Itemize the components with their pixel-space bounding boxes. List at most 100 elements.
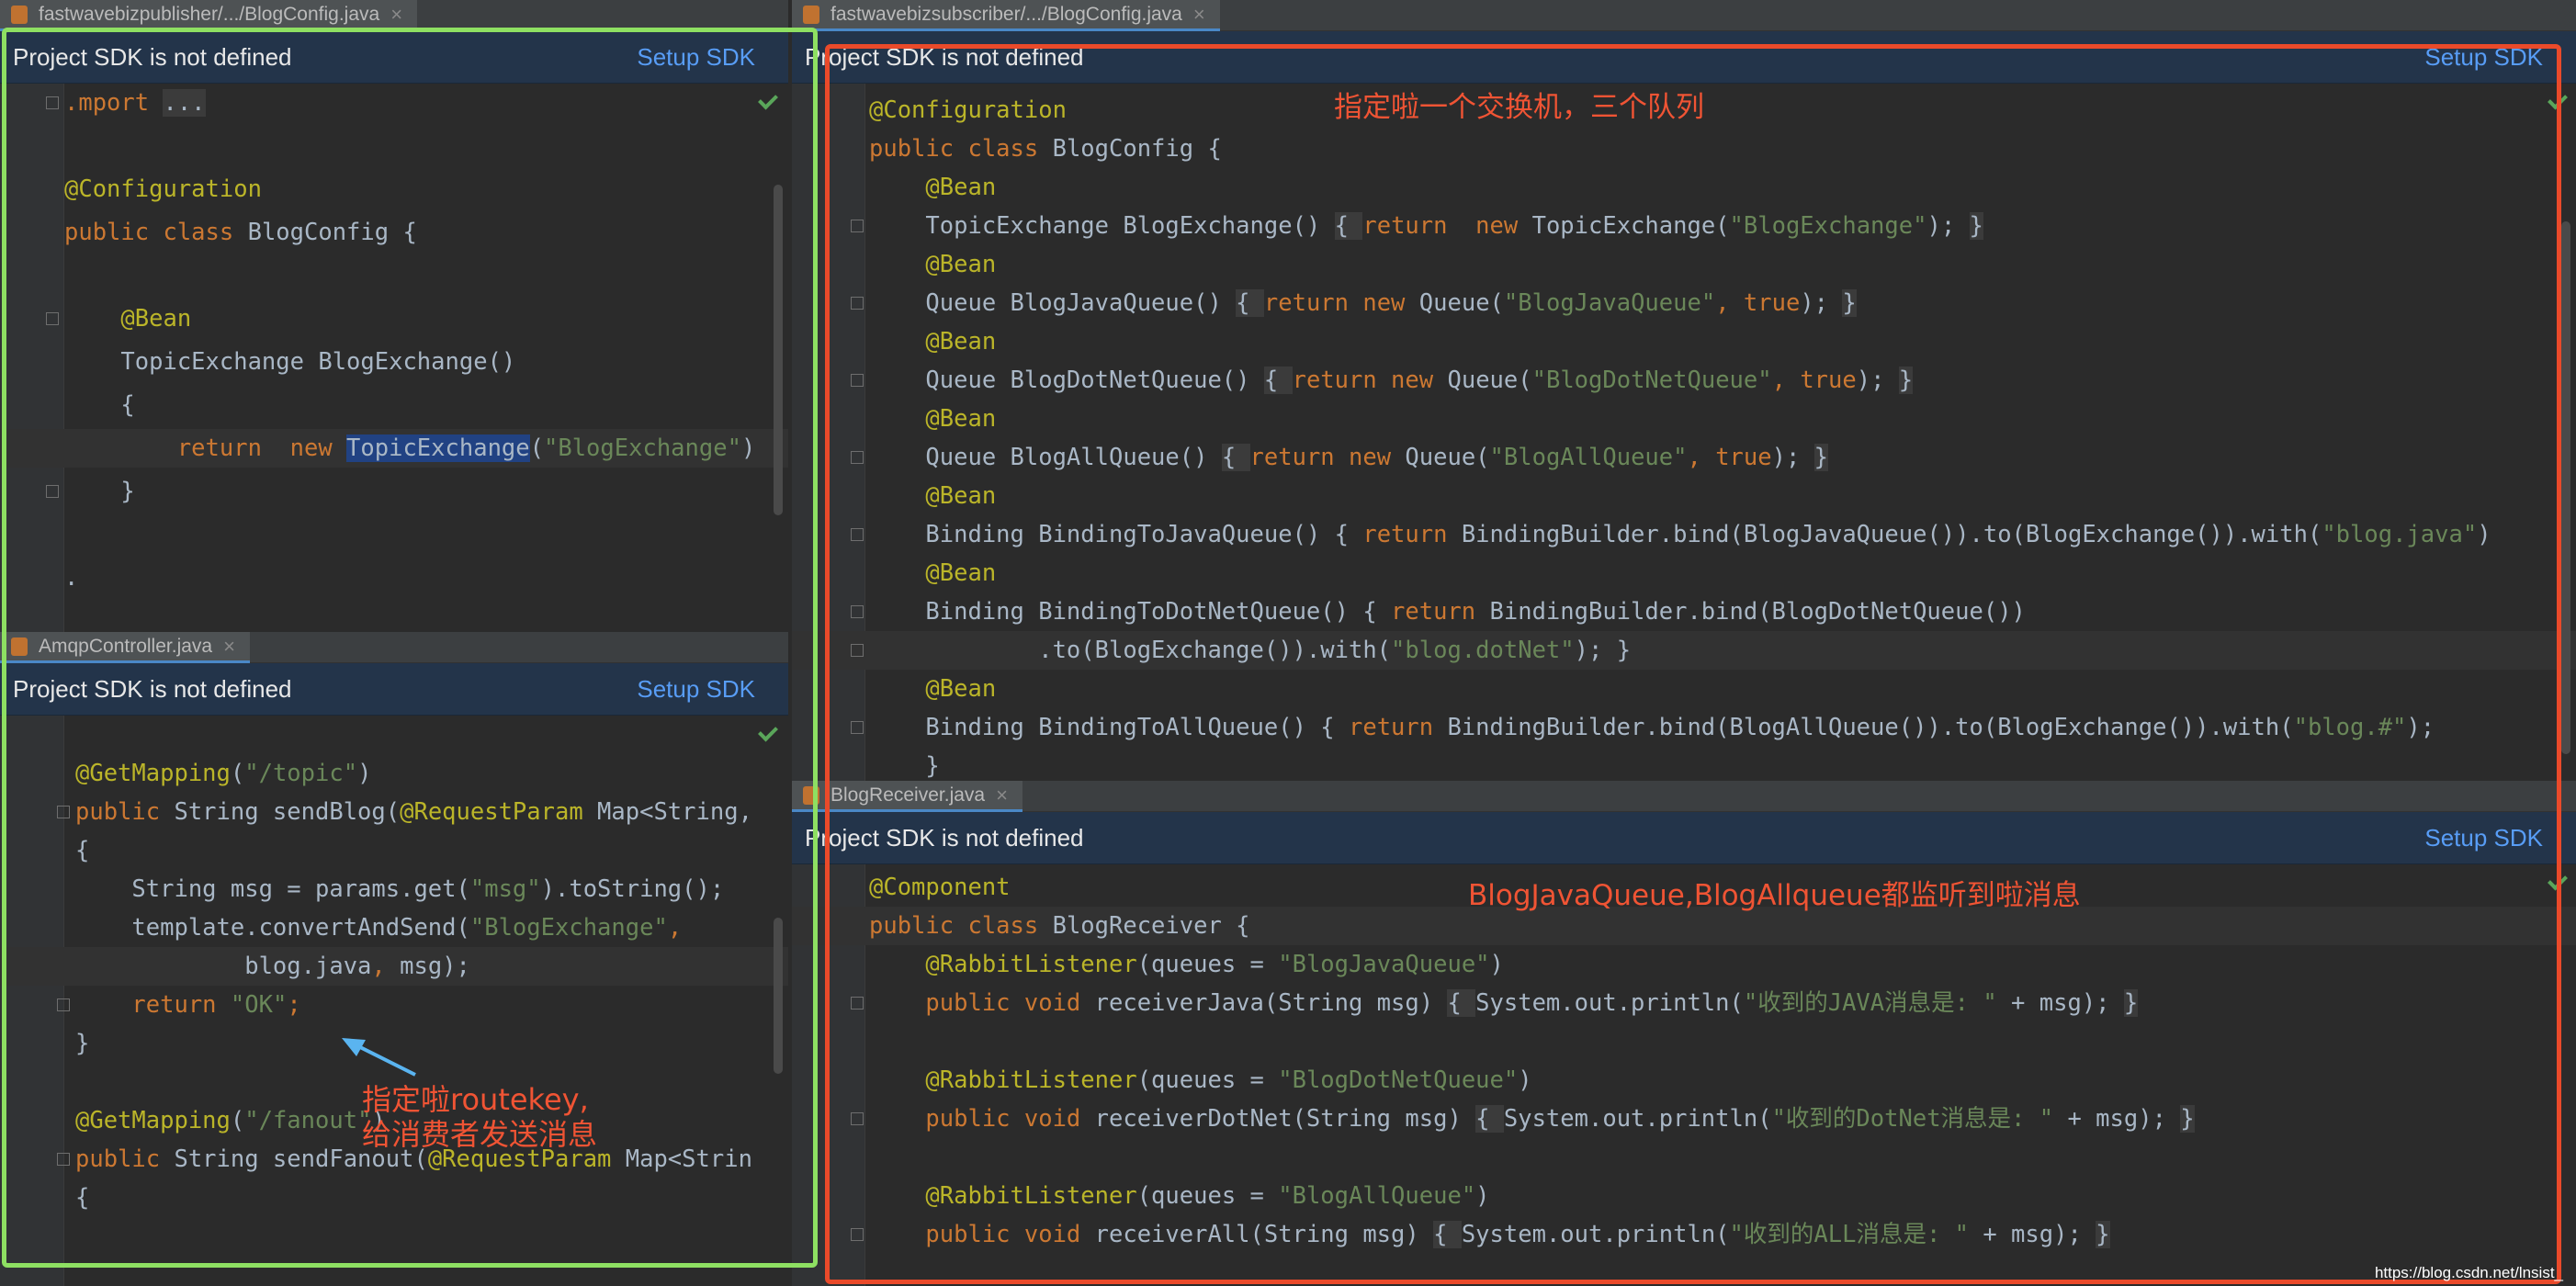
fold-marker-icon[interactable]: [851, 451, 864, 464]
code-line[interactable]: return new TopicExchange("BlogExchange"): [0, 429, 788, 468]
fold-marker-icon[interactable]: [57, 806, 70, 818]
vertical-scrollbar[interactable]: [2561, 221, 2570, 754]
code-token: "收到的JAVA消息是: ": [1743, 989, 1997, 1017]
code-line[interactable]: Queue BlogDotNetQueue() { return new Que…: [792, 361, 2576, 400]
code-line[interactable]: @RabbitListener(queues = "BlogDotNetQueu…: [792, 1061, 2576, 1100]
code-line[interactable]: template.convertAndSend("BlogExchange",: [0, 908, 788, 947]
code-line[interactable]: {: [0, 386, 788, 424]
code-line[interactable]: }: [0, 472, 788, 511]
fold-marker-icon[interactable]: [46, 485, 59, 498]
tab-publisher-blogconfig[interactable]: fastwavebizpublisher/.../BlogConfig.java…: [0, 0, 418, 31]
code-line[interactable]: [0, 256, 788, 295]
fold-marker-icon[interactable]: [851, 721, 864, 734]
code-line[interactable]: String msg = params.get("msg").toString(…: [0, 870, 788, 908]
code-token: ): [1489, 951, 1504, 978]
code-line[interactable]: .mport ...: [0, 84, 788, 122]
vertical-scrollbar[interactable]: [774, 185, 783, 515]
code-line[interactable]: @Bean: [792, 245, 2576, 284]
code-line[interactable]: @Bean: [0, 299, 788, 338]
code-line[interactable]: Binding BindingToDotNetQueue() { return …: [792, 592, 2576, 631]
code-line[interactable]: @Bean: [792, 477, 2576, 515]
fold-marker-icon[interactable]: [57, 1153, 70, 1166]
code-line[interactable]: @RabbitListener(queues = "BlogAllQueue"): [792, 1177, 2576, 1215]
code-editor[interactable]: .mport ... @Configuration public class Blo…: [0, 84, 788, 632]
fold-marker-icon[interactable]: [851, 605, 864, 618]
vertical-scrollbar[interactable]: [774, 918, 783, 1074]
fold-marker-icon[interactable]: [851, 297, 864, 310]
code-token: + msg);: [1969, 1221, 2096, 1248]
code-token: "blog.#": [2293, 714, 2407, 741]
close-tab-icon[interactable]: ×: [996, 784, 1008, 807]
code-token: (queues =: [1136, 951, 1279, 978]
code-line[interactable]: @Bean: [792, 670, 2576, 708]
code-line[interactable]: public void receiverJava(String msg) { S…: [792, 984, 2576, 1022]
code-line[interactable]: public String sendBlog(@RequestParam Map…: [0, 793, 788, 831]
sdk-banner: Project SDK is not defined Setup SDK: [792, 812, 2576, 864]
tab-subscriber-blogconfig[interactable]: fastwavebizsubscriber/.../BlogConfig.jav…: [792, 0, 1220, 31]
code-line[interactable]: @RabbitListener(queues = "BlogJavaQueue"…: [792, 945, 2576, 984]
code-line[interactable]: @Bean: [792, 168, 2576, 207]
code-line[interactable]: [792, 1022, 2576, 1061]
fold-marker-icon[interactable]: [851, 1112, 864, 1125]
code-line[interactable]: Binding BindingToAllQueue() { return Bin…: [792, 708, 2576, 747]
sdk-banner-message: Project SDK is not defined: [13, 42, 292, 71]
code-line[interactable]: @GetMapping("/topic"): [0, 754, 788, 793]
code-line[interactable]: TopicExchange BlogExchange() { return ne…: [792, 207, 2576, 245]
code-editor[interactable]: @GetMapping("/topic") public String sendB…: [0, 716, 788, 1286]
code-editor[interactable]: @Component public class BlogReceiver { @R…: [792, 864, 2576, 1286]
fold-marker-icon[interactable]: [46, 312, 59, 325]
code-line[interactable]: blog.java, msg);: [0, 947, 788, 986]
close-tab-icon[interactable]: ×: [223, 635, 235, 659]
fold-marker-icon[interactable]: [851, 528, 864, 541]
fold-marker-icon[interactable]: [46, 96, 59, 109]
tab-amqpcontroller[interactable]: AmqpController.java ×: [0, 632, 250, 663]
code-token: @RabbitListener: [869, 1066, 1137, 1094]
code-token: @Component: [869, 874, 1011, 901]
fold-marker-icon[interactable]: [57, 998, 70, 1011]
code-line[interactable]: Queue BlogJavaQueue() { return new Queue…: [792, 284, 2576, 322]
code-token: "blog.java": [2322, 521, 2478, 548]
code-line[interactable]: .to(BlogExchange()).with("blog.dotNet");…: [792, 631, 2576, 670]
code-line[interactable]: public class BlogReceiver {: [792, 907, 2576, 945]
code-token: "BlogAllQueue": [1278, 1182, 1476, 1210]
code-line[interactable]: return "OK";: [0, 986, 788, 1024]
code-line[interactable]: [792, 1138, 2576, 1177]
fold-marker-icon[interactable]: [851, 1228, 864, 1241]
code-line[interactable]: {: [0, 831, 788, 870]
code-token: "BlogJavaQueue": [1278, 951, 1490, 978]
code-line[interactable]: [0, 515, 788, 554]
code-line[interactable]: @Bean: [792, 554, 2576, 592]
code-line[interactable]: [0, 716, 788, 754]
code-line[interactable]: public class BlogConfig {: [792, 130, 2576, 168]
code-line[interactable]: }: [0, 1024, 788, 1063]
code-line[interactable]: [0, 127, 788, 165]
close-tab-icon[interactable]: ×: [1193, 3, 1205, 27]
fold-marker-icon[interactable]: [851, 997, 864, 1010]
tab-blogreceiver[interactable]: BlogReceiver.java ×: [792, 781, 1022, 812]
code-line[interactable]: {: [0, 1179, 788, 1217]
setup-sdk-link[interactable]: Setup SDK: [2424, 824, 2543, 852]
code-token: Map<Strin: [625, 1145, 752, 1173]
code-line[interactable]: Binding BindingToJavaQueue() { return Bi…: [792, 515, 2576, 554]
fold-marker-icon[interactable]: [851, 220, 864, 232]
code-line[interactable]: Queue BlogAllQueue() { return new Queue(…: [792, 438, 2576, 477]
setup-sdk-link[interactable]: Setup SDK: [637, 675, 755, 704]
code-editor[interactable]: @Configuration public class BlogConfig { …: [792, 84, 2576, 781]
code-line[interactable]: public void receiverDotNet(String msg) {…: [792, 1100, 2576, 1138]
code-line[interactable]: @Bean: [792, 400, 2576, 438]
code-line[interactable]: }: [792, 747, 2576, 781]
code-line[interactable]: @Bean: [792, 322, 2576, 361]
code-line[interactable]: public void receiverAll(String msg) { Sy…: [792, 1215, 2576, 1254]
fold-marker-icon[interactable]: [851, 644, 864, 657]
close-tab-icon[interactable]: ×: [390, 3, 402, 27]
setup-sdk-link[interactable]: Setup SDK: [637, 43, 755, 72]
code-token: {: [1447, 989, 1476, 1017]
code-line[interactable]: @Configuration: [0, 170, 788, 209]
code-line[interactable]: .: [0, 558, 788, 597]
code-line[interactable]: TopicExchange BlogExchange(): [0, 343, 788, 381]
code-token: }: [75, 1030, 90, 1057]
code-line[interactable]: public class BlogConfig {: [0, 213, 788, 252]
fold-marker-icon[interactable]: [851, 374, 864, 387]
setup-sdk-link[interactable]: Setup SDK: [2424, 43, 2543, 72]
code-token: @Configuration: [869, 96, 1067, 124]
